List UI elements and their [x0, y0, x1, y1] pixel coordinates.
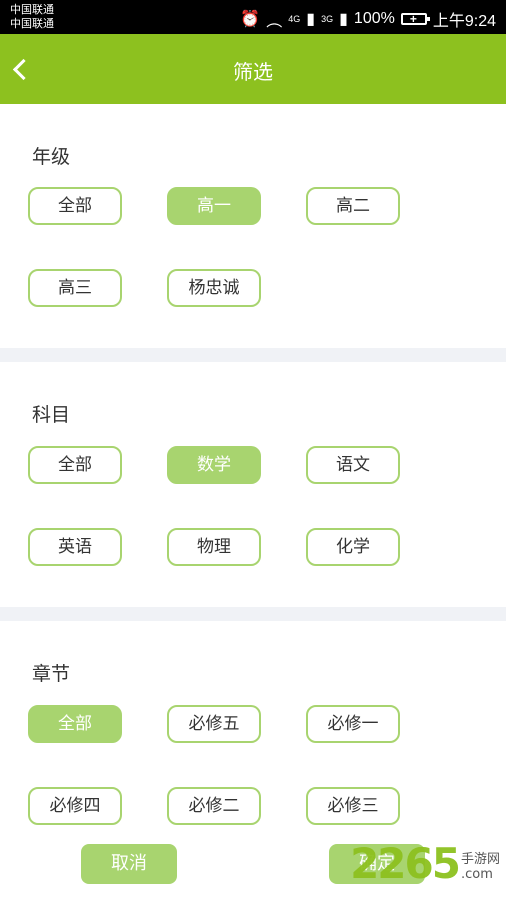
- chip-chapter-all[interactable]: 全部: [28, 705, 122, 743]
- section-divider: [0, 348, 506, 362]
- chip-chapter-4[interactable]: 必修四: [28, 787, 122, 825]
- chip-grade-all[interactable]: 全部: [28, 187, 122, 225]
- carrier-1: 中国联通: [10, 4, 54, 16]
- watermark-domain: .com: [460, 867, 493, 882]
- chip-subject-english[interactable]: 英语: [28, 528, 122, 566]
- battery-icon: +: [400, 12, 430, 26]
- clock: 上午9:24: [432, 13, 496, 30]
- chip-chapter-2[interactable]: 必修二: [167, 787, 261, 825]
- battery-percent: 100%: [353, 10, 395, 27]
- status-right: ⏰ ︵ 4G ▮ 3G ▮ 100% + 上午9:24: [240, 7, 496, 31]
- section-title-subject: 科目: [32, 404, 71, 426]
- chip-grade-1[interactable]: 高一: [167, 187, 261, 225]
- watermark-text: 手游网 .com: [461, 852, 500, 882]
- chip-grade-3[interactable]: 高三: [28, 269, 122, 307]
- chip-subject-math[interactable]: 数学: [167, 446, 261, 484]
- alarm-icon: ⏰: [240, 11, 261, 28]
- watermark-logo: 2265 手游网 .com: [350, 842, 500, 886]
- signal-icon-2: ▮: [339, 11, 348, 28]
- cancel-button[interactable]: 取消: [81, 844, 177, 884]
- carrier-2: 中国联通: [10, 18, 54, 30]
- chip-grade-teacher[interactable]: 杨忠诚: [167, 269, 261, 307]
- chip-subject-chemistry[interactable]: 化学: [306, 528, 400, 566]
- section-title-chapter: 章节: [32, 663, 71, 685]
- chip-chapter-1[interactable]: 必修一: [306, 705, 400, 743]
- signal-type-4g: 4G: [288, 14, 301, 24]
- watermark-brand: 2265: [350, 839, 461, 888]
- nav-bar: 筛选: [0, 34, 506, 104]
- chip-grade-2[interactable]: 高二: [306, 187, 400, 225]
- chip-subject-chinese[interactable]: 语文: [306, 446, 400, 484]
- wifi-icon: ︵: [266, 13, 283, 30]
- section-title-grade: 年级: [32, 146, 71, 168]
- carrier-info: 中国联通 中国联通: [10, 3, 54, 31]
- section-divider: [0, 607, 506, 621]
- chip-subject-all[interactable]: 全部: [28, 446, 122, 484]
- signal-type-3g: 3G: [321, 14, 334, 24]
- signal-icon: ▮: [306, 11, 316, 28]
- chip-subject-physics[interactable]: 物理: [167, 528, 261, 566]
- chip-chapter-3[interactable]: 必修三: [306, 787, 400, 825]
- watermark-site: 手游网: [460, 852, 500, 867]
- status-bar: 中国联通 中国联通 ⏰ ︵ 4G ▮ 3G ▮ 100% + 上午9:24: [0, 0, 506, 34]
- page-title: 筛选: [233, 60, 273, 84]
- chip-chapter-5[interactable]: 必修五: [167, 705, 261, 743]
